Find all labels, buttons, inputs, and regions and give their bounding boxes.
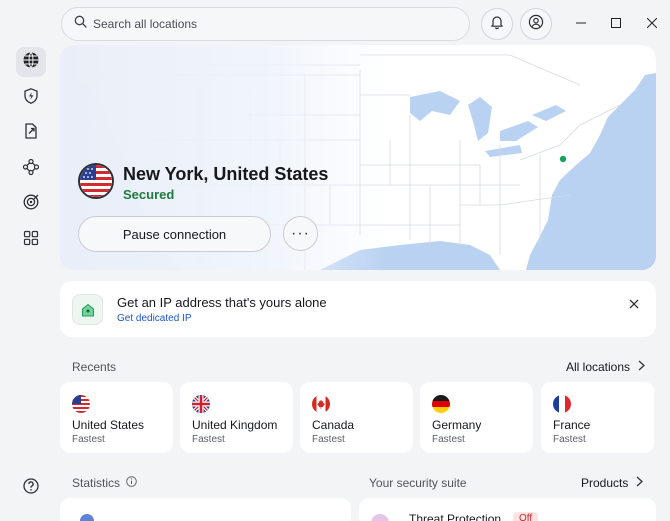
get-dedicated-ip-link[interactable]: Get dedicated IP [117,313,192,324]
all-locations-link[interactable]: All locations [566,360,646,374]
sidebar-item-file-sharing[interactable] [16,118,46,148]
recent-speed: Fastest [553,434,586,445]
threat-eye-icon [22,193,40,216]
search-icon [74,15,87,33]
recent-speed: Fastest [192,434,225,445]
app-window: New York, United States Secured Pause co… [0,0,670,521]
products-link[interactable]: Products [581,476,644,490]
close-window-button[interactable] [642,14,662,34]
statistics-heading: Statistics [72,476,137,490]
minimize-icon [576,15,586,33]
mesh-icon [22,158,40,181]
recent-speed: Fastest [432,434,465,445]
info-icon[interactable] [126,476,137,490]
fr-flag-icon [553,395,571,413]
recent-speed: Fastest [312,434,345,445]
recent-location-card[interactable]: Germany Fastest [420,382,533,453]
server-location-dot [559,155,567,163]
maximize-icon [611,15,621,33]
close-icon [629,296,639,314]
threat-protection-label: Threat Protection [409,512,502,521]
sidebar-item-apps[interactable] [16,225,46,255]
products-label: Products [581,476,629,490]
recent-country: France [553,418,591,432]
uk-flag-icon [192,395,210,413]
all-locations-label: All locations [566,360,631,374]
help-icon [22,477,40,500]
account-button[interactable] [520,8,552,40]
maximize-button[interactable] [606,14,626,34]
promo-title: Get an IP address that's yours alone [117,295,327,310]
sidebar-item-threat-protection[interactable] [16,83,46,113]
more-options-button[interactable]: ··· [283,216,318,251]
connected-location: New York, United States [123,164,329,184]
ca-flag-icon [312,395,330,413]
recent-country: United States [72,418,145,432]
search-input[interactable] [93,17,433,31]
recent-location-card[interactable]: France Fastest [541,382,654,453]
recent-location-card[interactable]: United States Fastest [60,382,173,453]
chevron-right-icon [638,360,646,374]
help-button[interactable] [16,473,46,503]
home-ip-icon [72,294,103,325]
security-suite-heading: Your security suite [369,476,467,490]
notifications-button[interactable] [481,8,513,40]
close-icon [646,15,658,33]
globe-icon [22,51,40,74]
dedicated-ip-banner: Get an IP address that's yours alone Get… [60,281,656,337]
chevron-right-icon [636,476,644,490]
pause-connection-button[interactable]: Pause connection [78,216,271,252]
recent-location-card[interactable]: Canada Fastest [300,382,413,453]
recent-country: Canada [312,418,355,432]
minimize-button[interactable] [571,14,591,34]
stat-globe-icon [80,514,94,521]
sidebar-item-meshnet[interactable] [16,154,46,184]
us-flag-icon [78,163,114,199]
recents-heading: Recents [72,360,117,374]
recent-country: United Kingdom [192,418,278,432]
recent-location-card[interactable]: United Kingdom Fastest [180,382,293,453]
file-scan-icon [22,122,40,145]
de-flag-icon [432,395,450,413]
shield-icon [22,87,40,110]
sidebar-item-locations[interactable] [16,47,46,77]
search-bar[interactable] [61,7,470,41]
recent-speed: Fastest [72,434,105,445]
account-icon [528,14,544,35]
statistics-label: Statistics [72,476,121,490]
threat-protection-icon [371,514,389,521]
recent-country: Germany [432,418,482,432]
connection-status: Secured [123,187,175,202]
bell-icon [489,14,505,35]
threat-protection-card[interactable]: Threat Protection Off [359,498,656,521]
apps-icon [22,229,40,252]
us-flag-icon [72,395,90,413]
threat-status-badge: Off [513,512,539,521]
sidebar-item-dark-web-monitor[interactable] [16,189,46,219]
dismiss-banner-button[interactable] [624,295,644,315]
statistics-card[interactable] [60,498,351,521]
